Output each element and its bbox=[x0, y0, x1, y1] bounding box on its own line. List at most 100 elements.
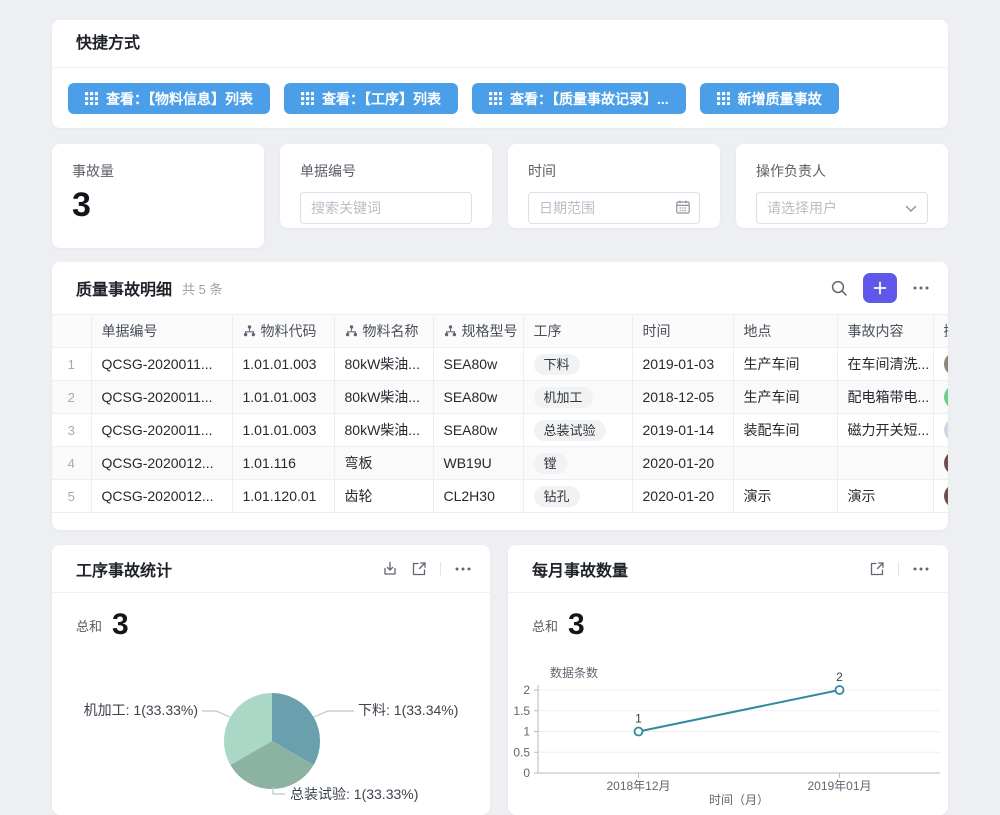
monthly-count-card: 每月事故数量 总和 3 数据条数00.511.5212018年12月22019年 bbox=[508, 545, 948, 815]
more-icon[interactable] bbox=[912, 285, 930, 291]
more-icon[interactable] bbox=[454, 566, 472, 572]
grid-icon bbox=[717, 92, 730, 105]
col-header-5[interactable]: 时间 bbox=[632, 315, 733, 348]
grid-icon bbox=[489, 92, 502, 105]
time-filter-label: 时间 bbox=[508, 144, 720, 181]
pie-label: 机加工: 1(33.33%) bbox=[84, 702, 198, 718]
y-tick-label: 0 bbox=[523, 766, 530, 780]
y-tick-label: 0.5 bbox=[513, 745, 530, 759]
table-row[interactable]: 5QCSG-2020012...1.01.120.01齿轮CL2H30钻孔202… bbox=[52, 480, 948, 513]
cell-location bbox=[733, 447, 837, 480]
table-title: 质量事故明细 bbox=[76, 276, 172, 300]
cell-material-name: 80kW柴油... bbox=[334, 414, 433, 447]
cell-operator bbox=[933, 480, 948, 513]
data-point-label: 2 bbox=[836, 670, 843, 684]
row-number: 2 bbox=[52, 381, 91, 414]
cell-material-name: 弯板 bbox=[334, 447, 433, 480]
incident-table-card: 质量事故明细 共 5 条 bbox=[52, 262, 948, 530]
user-select[interactable]: 请选择用户 bbox=[756, 192, 928, 224]
col-header-4[interactable]: 工序 bbox=[523, 315, 632, 348]
doc-no-filter-card: 单据编号 bbox=[280, 144, 492, 228]
shortcut-button-3[interactable]: 新增质量事故 bbox=[700, 83, 839, 114]
data-point[interactable] bbox=[836, 686, 844, 694]
y-tick-label: 2 bbox=[523, 683, 530, 697]
shortcut-button-2[interactable]: 查看：【质量事故记录】... bbox=[472, 83, 686, 114]
cell-date: 2019-01-14 bbox=[632, 414, 733, 447]
table-row[interactable]: 4QCSG-2020012...1.01.116弯板WB19U镗2020-01-… bbox=[52, 447, 948, 480]
shortcut-button-1[interactable]: 查看：【工序】列表 bbox=[284, 83, 458, 114]
col-header-8[interactable]: 操作负责人 bbox=[933, 315, 948, 348]
monthly-line-chart[interactable]: 数据条数00.511.5212018年12月22019年01月时间（月） bbox=[508, 655, 948, 805]
cell-operator bbox=[933, 348, 948, 381]
table-row[interactable]: 3QCSG-2020011...1.01.01.00380kW柴油...SEA8… bbox=[52, 414, 948, 447]
row-number: 1 bbox=[52, 348, 91, 381]
cell-spec: SEA80w bbox=[433, 381, 523, 414]
search-icon[interactable] bbox=[830, 279, 848, 297]
table-row[interactable]: 2QCSG-2020011...1.01.01.00380kW柴油...SEA8… bbox=[52, 381, 948, 414]
grid-icon bbox=[301, 92, 314, 105]
cell-spec: SEA80w bbox=[433, 348, 523, 381]
calendar-icon[interactable] bbox=[675, 199, 691, 220]
add-record-button[interactable] bbox=[863, 273, 897, 303]
grid-icon bbox=[85, 92, 98, 105]
x-tick-label: 2018年12月 bbox=[606, 779, 670, 793]
cell-date: 2018-12-05 bbox=[632, 381, 733, 414]
shortcut-button-0[interactable]: 查看：【物料信息】列表 bbox=[68, 83, 270, 114]
doc-no-search-input[interactable] bbox=[300, 192, 472, 224]
shortcut-button-label: 查看：【工序】列表 bbox=[322, 89, 441, 109]
data-point[interactable] bbox=[635, 728, 643, 736]
linked-field-icon bbox=[243, 325, 256, 337]
cell-location: 装配车间 bbox=[733, 414, 837, 447]
cell-spec: SEA80w bbox=[433, 414, 523, 447]
line-total-label: 总和 bbox=[532, 616, 558, 640]
table-row[interactable]: 1QCSG-2020011...1.01.01.00380kW柴油...SEA8… bbox=[52, 348, 948, 381]
line-total-value: 3 bbox=[568, 610, 585, 640]
more-icon[interactable] bbox=[912, 566, 930, 572]
col-header-1[interactable]: 物料代码 bbox=[232, 315, 334, 348]
cell-doc-no: QCSG-2020011... bbox=[91, 348, 232, 381]
cell-material-code: 1.01.116 bbox=[232, 447, 334, 480]
plus-icon bbox=[873, 281, 887, 295]
col-header-2[interactable]: 物料名称 bbox=[334, 315, 433, 348]
avatar bbox=[944, 385, 949, 409]
shortcut-buttons: 查看：【物料信息】列表 查看：【工序】列表 查看：【质量事故记录】... 新增质量事故 bbox=[52, 68, 948, 114]
col-header-7[interactable]: 事故内容 bbox=[837, 315, 933, 348]
incident-count-card: 事故量 3 bbox=[52, 144, 264, 248]
cell-material-name: 80kW柴油... bbox=[334, 348, 433, 381]
cell-content: 在车间清洗... bbox=[837, 348, 933, 381]
cell-material-code: 1.01.01.003 bbox=[232, 348, 334, 381]
y-tick-label: 1 bbox=[523, 725, 530, 739]
pie-label-line bbox=[314, 711, 354, 717]
x-axis-title: 时间（月） bbox=[709, 793, 769, 805]
cell-date: 2020-01-20 bbox=[632, 447, 733, 480]
open-external-icon[interactable] bbox=[411, 561, 427, 577]
download-icon[interactable] bbox=[382, 561, 398, 577]
col-header-6[interactable]: 地点 bbox=[733, 315, 837, 348]
cell-date: 2020-01-20 bbox=[632, 480, 733, 513]
cell-spec: CL2H30 bbox=[433, 480, 523, 513]
table-row-count: 共 5 条 bbox=[182, 279, 222, 298]
divider bbox=[440, 562, 441, 576]
process-pie-chart[interactable]: 下料: 1(33.34%)总装试验: 1(33.33%)机加工: 1(33.33… bbox=[52, 660, 490, 810]
shortcut-button-label: 查看：【物料信息】列表 bbox=[106, 89, 253, 109]
y-axis-title: 数据条数 bbox=[550, 665, 598, 680]
cell-process: 机加工 bbox=[523, 381, 632, 414]
cell-doc-no: QCSG-2020012... bbox=[91, 447, 232, 480]
col-header-3[interactable]: 规格型号 bbox=[433, 315, 523, 348]
y-tick-label: 1.5 bbox=[513, 704, 530, 718]
cell-process: 总装试验 bbox=[523, 414, 632, 447]
process-tag: 下料 bbox=[534, 354, 580, 375]
row-number: 4 bbox=[52, 447, 91, 480]
cell-material-code: 1.01.01.003 bbox=[232, 414, 334, 447]
cell-location: 生产车间 bbox=[733, 348, 837, 381]
col-header-0[interactable]: 单据编号 bbox=[91, 315, 232, 348]
cell-material-name: 齿轮 bbox=[334, 480, 433, 513]
open-external-icon[interactable] bbox=[869, 561, 885, 577]
avatar bbox=[944, 352, 949, 376]
pie-total-value: 3 bbox=[112, 610, 129, 640]
cell-content bbox=[837, 447, 933, 480]
row-number: 5 bbox=[52, 480, 91, 513]
cell-operator bbox=[933, 414, 948, 447]
linked-field-icon bbox=[345, 325, 358, 337]
cell-content: 磁力开关短... bbox=[837, 414, 933, 447]
